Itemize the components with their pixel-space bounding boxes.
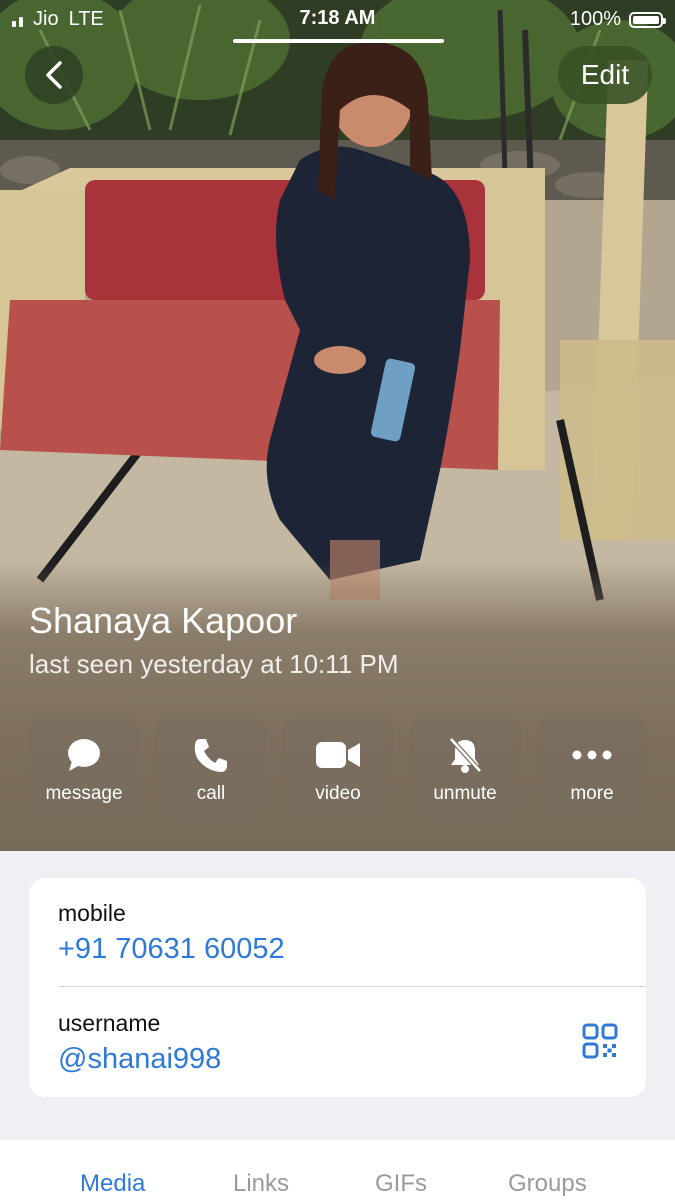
status-bar: Jio LTE 7:18 AM 100%	[0, 0, 675, 38]
qr-code-icon[interactable]	[582, 1023, 618, 1059]
video-camera-icon	[316, 742, 360, 768]
phone-icon	[194, 739, 227, 772]
contact-name: Shanaya Kapoor	[29, 600, 298, 641]
video-label: video	[315, 783, 361, 804]
call-button[interactable]: call	[155, 718, 267, 822]
message-label: message	[45, 783, 123, 804]
profile-photo-header: Jio LTE 7:18 AM 100% Edit Shanaya Kapoor…	[0, 0, 675, 851]
edit-button[interactable]: Edit	[558, 46, 652, 104]
mobile-number[interactable]: +91 70631 60052	[58, 933, 646, 966]
top-indicator-bar	[233, 39, 444, 43]
mobile-row[interactable]: mobile +91 70631 60052	[58, 900, 646, 966]
back-button[interactable]	[25, 46, 83, 104]
tab-groups[interactable]: Groups	[508, 1170, 587, 1198]
media-tabs: Media Links GIFs Groups	[0, 1140, 675, 1200]
message-bubble-icon	[68, 739, 100, 771]
more-label: more	[570, 783, 614, 804]
more-button[interactable]: more	[536, 718, 648, 822]
divider	[58, 986, 646, 987]
mobile-label: mobile	[58, 900, 126, 926]
unmute-label: unmute	[433, 783, 497, 804]
contact-info-card: mobile +91 70631 60052 username @shanai9…	[29, 878, 646, 1097]
action-buttons: message call video unmute more	[28, 718, 648, 822]
unmute-button[interactable]: unmute	[409, 718, 521, 822]
username-value[interactable]: @shanai998	[58, 1043, 646, 1076]
call-label: call	[196, 783, 226, 804]
battery-percent: 100%	[569, 8, 621, 30]
video-button[interactable]: video	[282, 718, 394, 822]
message-button[interactable]: message	[28, 718, 140, 822]
tab-gifs[interactable]: GIFs	[375, 1170, 427, 1198]
ellipsis-icon	[572, 750, 612, 760]
battery-icon	[629, 11, 666, 28]
bell-slash-icon	[449, 737, 482, 773]
username-row[interactable]: username @shanai998	[58, 1010, 646, 1076]
tab-links[interactable]: Links	[233, 1170, 289, 1198]
last-seen-status: last seen yesterday at 10:11 PM	[29, 649, 399, 679]
tab-media[interactable]: Media	[80, 1170, 145, 1198]
username-label: username	[58, 1010, 161, 1036]
chevron-left-icon	[46, 61, 62, 89]
